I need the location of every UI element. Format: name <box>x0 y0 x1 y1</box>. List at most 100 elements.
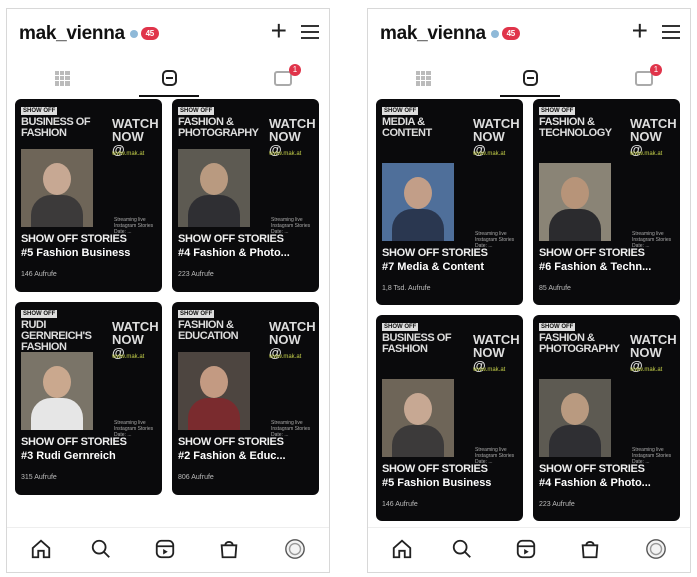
create-button[interactable]: + <box>271 17 287 45</box>
username-text: mak_vienna <box>380 23 486 44</box>
panel-title: Business of Fashion <box>21 116 91 139</box>
tab-grid[interactable] <box>393 61 453 95</box>
story-dot-icon <box>129 29 138 38</box>
profile-header: mak_vienna 45 + <box>7 9 329 61</box>
story-dot-icon <box>490 29 499 38</box>
reel-card[interactable]: SHOW OFF Business of Fashion WATCH NOW @… <box>376 315 523 521</box>
series-title: SHOW OFF STORIES <box>382 463 488 475</box>
show-off-tag: SHOW OFF <box>539 107 576 115</box>
view-count: 223 Aufrufe <box>539 501 575 508</box>
view-count: 223 Aufrufe <box>178 271 214 278</box>
url-text: www.mak.at <box>269 354 302 360</box>
panel-title: Fashion & Technology <box>539 116 612 139</box>
profile-tabs: 1 <box>368 61 690 97</box>
series-title: SHOW OFF STORIES <box>21 233 127 245</box>
guest-photo <box>21 352 93 430</box>
url-text: www.mak.at <box>473 151 506 157</box>
view-count: 315 Aufrufe <box>21 474 57 481</box>
view-count: 806 Aufrufe <box>178 474 214 481</box>
guest-photo <box>382 379 454 457</box>
shop-icon[interactable] <box>578 537 602 561</box>
profile-avatar-icon[interactable] <box>283 537 307 561</box>
profile-avatar-icon[interactable] <box>644 537 668 561</box>
tab-grid[interactable] <box>32 61 92 95</box>
episode-title: #5 Fashion Business <box>382 477 492 489</box>
show-off-tag: SHOW OFF <box>21 107 58 115</box>
reels-icon <box>522 70 538 86</box>
tab-reels[interactable] <box>139 61 199 97</box>
episode-title: #5 Fashion Business <box>21 247 131 259</box>
episode-title: #6 Fashion & Techn... <box>539 261 652 273</box>
search-icon[interactable] <box>89 537 113 561</box>
episode-title: #7 Media & Content <box>382 261 485 273</box>
show-off-tag: SHOW OFF <box>382 107 419 115</box>
view-count: 146 Aufrufe <box>382 501 418 508</box>
guest-photo <box>178 352 250 430</box>
series-title: SHOW OFF STORIES <box>382 247 488 259</box>
tab-tagged[interactable]: 1 <box>614 61 674 95</box>
menu-icon[interactable] <box>662 25 680 39</box>
series-title: SHOW OFF STORIES <box>539 247 645 259</box>
guest-photo <box>539 379 611 457</box>
username[interactable]: mak_vienna 45 <box>19 23 159 45</box>
phone-left: mak_vienna 45 + 1 SHOW OFF Business of Fa… <box>6 8 330 573</box>
view-count: 146 Aufrufe <box>21 271 57 278</box>
menu-icon[interactable] <box>301 25 319 39</box>
tab-tagged[interactable]: 1 <box>253 61 313 95</box>
reel-card[interactable]: SHOW OFF Rudi Gernreich's Fashion Forwar… <box>15 302 162 495</box>
panel-title: Business of Fashion <box>382 332 452 355</box>
tab-reels[interactable] <box>500 61 560 97</box>
reels-nav-icon[interactable] <box>153 537 177 561</box>
profile-header: mak_vienna 45 + <box>368 9 690 61</box>
guest-photo <box>21 149 93 227</box>
show-off-tag: SHOW OFF <box>178 107 215 115</box>
notification-badge: 45 <box>501 27 520 41</box>
series-title: SHOW OFF STORIES <box>178 233 284 245</box>
home-icon[interactable] <box>29 537 53 561</box>
home-icon[interactable] <box>390 537 414 561</box>
username[interactable]: mak_vienna 45 <box>380 23 520 45</box>
reels-icon <box>161 70 177 86</box>
phone-right: mak_vienna 45 + 1 SHOW OFF Media & Conten… <box>367 8 691 573</box>
bottom-nav <box>368 527 690 572</box>
grid-icon <box>54 70 70 86</box>
reel-card[interactable]: SHOW OFF Media & Content WATCH NOW @ www… <box>376 99 523 305</box>
show-off-tag: SHOW OFF <box>21 310 58 318</box>
url-text: www.mak.at <box>630 367 663 373</box>
guest-photo <box>178 149 250 227</box>
show-off-tag: SHOW OFF <box>382 323 419 331</box>
episode-title: #4 Fashion & Photo... <box>539 477 651 489</box>
url-text: www.mak.at <box>269 151 302 157</box>
username-text: mak_vienna <box>19 23 125 44</box>
reel-card[interactable]: SHOW OFF Fashion & Education WATCH NOW @… <box>172 302 319 495</box>
reel-card[interactable]: SHOW OFF Business of Fashion WATCH NOW @… <box>15 99 162 292</box>
episode-title: #2 Fashion & Educ... <box>178 450 286 462</box>
episode-title: #3 Rudi Gernreich <box>21 450 116 462</box>
view-count: 1,8 Tsd. Aufrufe <box>382 285 431 292</box>
show-off-tag: SHOW OFF <box>178 310 215 318</box>
panel-title: Media & Content <box>382 116 432 139</box>
reel-card[interactable]: SHOW OFF Fashion & Photography WATCH NOW… <box>172 99 319 292</box>
url-text: www.mak.at <box>112 354 145 360</box>
series-title: SHOW OFF STORIES <box>21 436 127 448</box>
url-text: www.mak.at <box>473 367 506 373</box>
panel-title: Fashion & Photography <box>539 332 620 355</box>
url-text: www.mak.at <box>630 151 663 157</box>
notification-badge: 45 <box>140 27 159 41</box>
bottom-nav <box>7 527 329 572</box>
grid-icon <box>415 70 431 86</box>
episode-title: #4 Fashion & Photo... <box>178 247 290 259</box>
reel-card[interactable]: SHOW OFF Fashion & Photography WATCH NOW… <box>533 315 680 521</box>
reels-nav-icon[interactable] <box>514 537 538 561</box>
shop-icon[interactable] <box>217 537 241 561</box>
reel-card[interactable]: SHOW OFF Fashion & Technology WATCH NOW … <box>533 99 680 305</box>
series-title: SHOW OFF STORIES <box>539 463 645 475</box>
create-button[interactable]: + <box>632 17 648 45</box>
panel-title: Fashion & Education <box>178 319 239 342</box>
series-title: SHOW OFF STORIES <box>178 436 284 448</box>
show-off-tag: SHOW OFF <box>539 323 576 331</box>
search-icon[interactable] <box>450 537 474 561</box>
tagged-badge: 1 <box>289 64 301 76</box>
panel-title: Fashion & Photography <box>178 116 259 139</box>
view-count: 85 Aufrufe <box>539 285 571 292</box>
